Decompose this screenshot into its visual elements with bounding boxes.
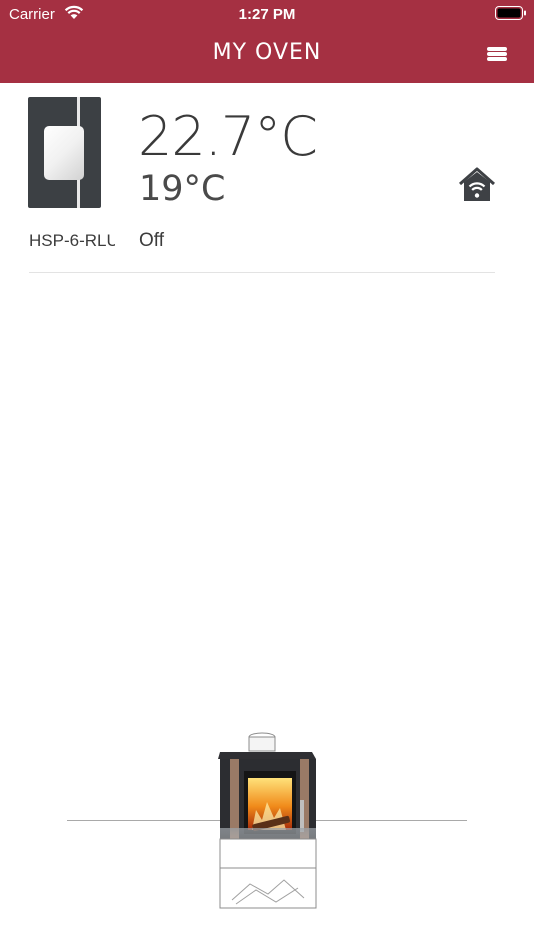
page-title: MY OVEN — [212, 40, 322, 65]
status-bar: Carrier 1:27 PM — [0, 0, 534, 28]
divider — [29, 272, 495, 273]
power-state: Off — [139, 230, 164, 251]
device-name: HSP-6-RLU — [29, 231, 115, 250]
menu-button[interactable] — [480, 40, 512, 68]
app-header: Carrier 1:27 PM MY OVEN — [0, 0, 534, 83]
battery-icon — [495, 6, 526, 20]
hamburger-menu-icon — [487, 52, 507, 56]
hamburger-menu-icon — [487, 47, 507, 51]
device-list-item[interactable]: HSP-6-RLU 22.7°C 19°C Off — [0, 83, 534, 273]
hamburger-menu-icon — [487, 57, 507, 61]
home-wifi-icon[interactable] — [458, 167, 496, 203]
current-temperature: 22.7°C — [138, 105, 318, 168]
device-thumbnail — [28, 97, 101, 208]
stove-illustration — [218, 732, 317, 909]
target-temperature: 19°C — [139, 169, 226, 209]
status-time: 1:27 PM — [238, 6, 296, 23]
